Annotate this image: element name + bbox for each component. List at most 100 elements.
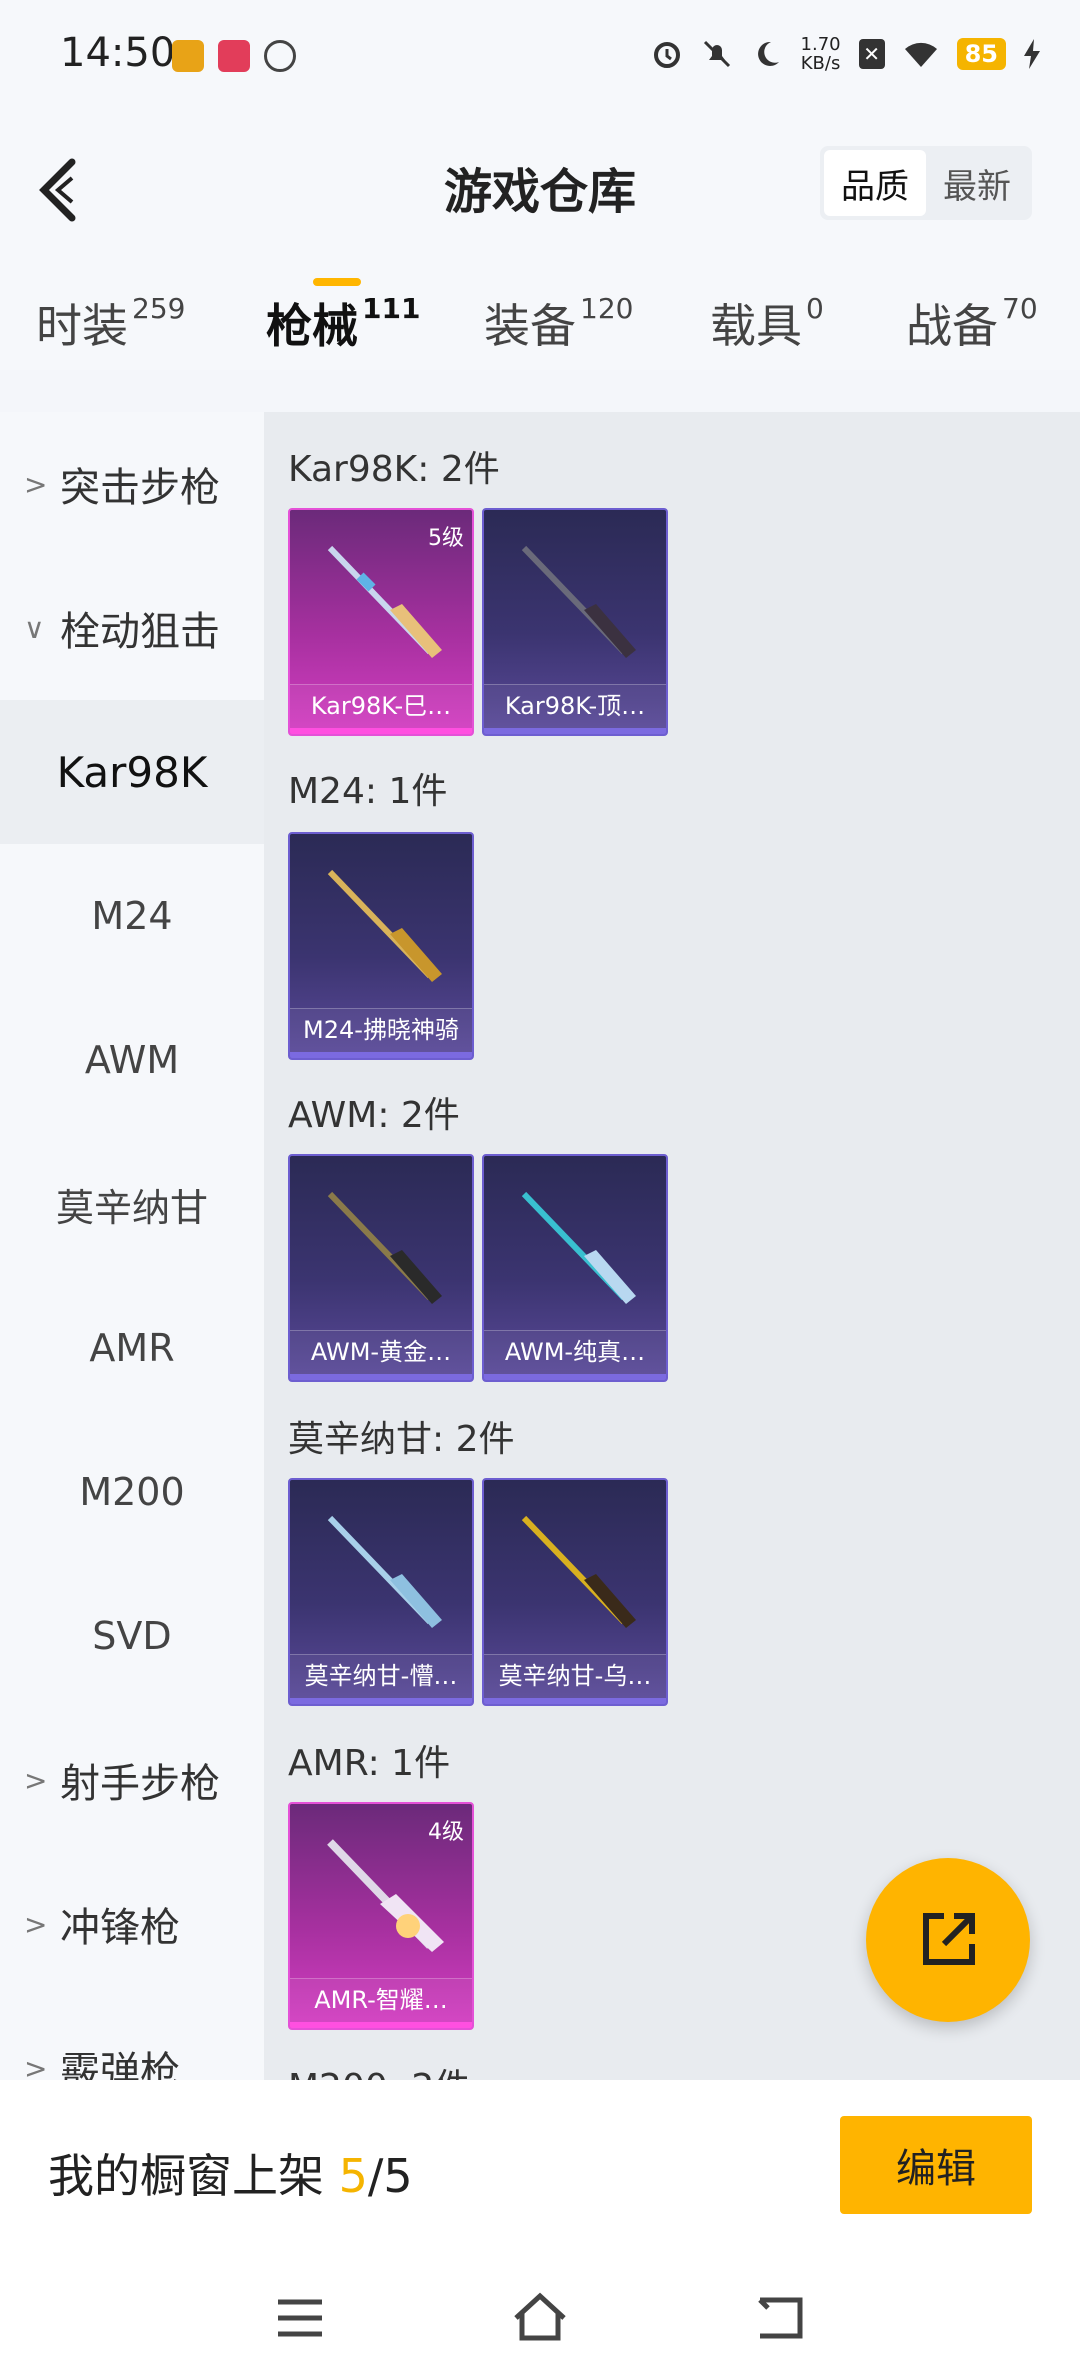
back-icon[interactable]: [750, 2288, 810, 2348]
weapon-name: AMR-智耀…: [290, 1978, 472, 2028]
active-tab-indicator: [313, 278, 361, 286]
share-icon: [923, 1913, 975, 1965]
weapon-name: 莫辛纳甘-懵…: [290, 1654, 472, 1704]
showcase-bar: 我的橱窗上架 5/5 编辑: [0, 2080, 1080, 2260]
sidebar-item-mosin[interactable]: 莫辛纳甘: [0, 1132, 264, 1276]
charging-icon: [1024, 39, 1040, 69]
tab-label: 装备: [484, 299, 576, 353]
rifle-icon: [327, 1191, 442, 1304]
sidebar-item-dmr[interactable]: > 射手步枪: [0, 1708, 264, 1852]
sidebar-item-assault-rifle[interactable]: > 突击步枪: [0, 412, 264, 556]
rifle-icon: [521, 1515, 636, 1628]
sort-newest-button[interactable]: 最新: [926, 150, 1028, 216]
status-time: 14:50: [60, 30, 176, 76]
section-label: M24: 1件: [288, 771, 448, 812]
sidebar-item-label: 冲锋枪: [60, 1905, 180, 1951]
section-label: M200: 2件: [288, 2058, 470, 2080]
wifi-icon: [904, 42, 937, 67]
sidebar-item-label: 栓动狙击: [60, 609, 220, 655]
section-label: 莫辛纳甘: 2件: [288, 1419, 515, 1460]
weapon-card[interactable]: 5级 Kar98K-巳…: [288, 508, 474, 736]
tab-vehicles[interactable]: 载具 0: [710, 290, 824, 356]
weapon-type-sidebar: > 突击步枪 ∨ 栓动狙击 Kar98K M24 AWM 莫辛纳甘 AMR M200…: [0, 412, 264, 2090]
sidebar-item-m24[interactable]: M24: [0, 844, 264, 988]
section-label: AMR: 1件: [288, 1743, 451, 1784]
menu-icon[interactable]: [270, 2288, 330, 2348]
moon-icon: [757, 41, 779, 66]
rifle-icon: [521, 545, 636, 658]
showcase-count: 5: [338, 2149, 368, 2203]
net-speed-unit: KB/s: [800, 53, 841, 74]
weapon-name: M24-拂晓神骑: [290, 1008, 472, 1058]
weapon-name: Kar98K-顶…: [484, 684, 666, 734]
edit-button[interactable]: 编辑: [840, 2116, 1032, 2214]
sidebar-item-svd[interactable]: SVD: [0, 1564, 264, 1708]
tab-count: 0: [806, 292, 824, 325]
sort-toggle: 品质 最新: [820, 146, 1032, 220]
sidebar-item-awm[interactable]: AWM: [0, 988, 264, 1132]
tab-label: 载具: [710, 299, 802, 353]
weapon-card[interactable]: Kar98K-顶…: [482, 508, 668, 736]
weapon-name: 莫辛纳甘-乌…: [484, 1654, 666, 1704]
sidebar-item-amr[interactable]: AMR: [0, 1276, 264, 1420]
weapon-card[interactable]: 4级 AMR-智耀…: [288, 1802, 474, 2030]
chevron-down-icon: ∨: [24, 611, 45, 645]
tab-equipment[interactable]: 装备 120: [484, 290, 633, 356]
home-icon[interactable]: [510, 2288, 570, 2348]
rifle-icon: [521, 1191, 636, 1304]
tab-label: 时装: [36, 299, 128, 353]
sim-x-icon: ✕: [858, 39, 885, 69]
weapon-name: AWM-黄金…: [290, 1330, 472, 1380]
sidebar-item-shotgun[interactable]: > 霰弹枪: [0, 1996, 264, 2090]
section-label: Kar98K: 2件: [288, 449, 500, 490]
rifle-icon: [327, 1839, 444, 1952]
weapon-card[interactable]: 莫辛纳甘-懵…: [288, 1478, 474, 1706]
sidebar-item-m200[interactable]: M200: [0, 1420, 264, 1564]
tab-label: 枪械: [266, 299, 358, 353]
net-speed: 1.70 KB/s: [801, 35, 841, 73]
sidebar-item-label: 突击步枪: [60, 465, 220, 511]
rifle-icon: [327, 869, 442, 982]
chevron-right-icon: >: [24, 1763, 48, 1797]
status-right: 1.70 KB/s ✕ 85: [651, 32, 1040, 76]
battery-icon: 85: [956, 38, 1006, 70]
weapon-name: AWM-纯真…: [484, 1330, 666, 1380]
tab-label: 战备: [906, 299, 998, 353]
tab-guns[interactable]: 枪械 111: [266, 290, 420, 356]
weapon-card[interactable]: M24-拂晓神骑: [288, 832, 474, 1060]
showcase-status: 我的橱窗上架 5/5: [48, 2140, 413, 2206]
sidebar-item-kar98k[interactable]: Kar98K: [0, 700, 264, 844]
weapon-card[interactable]: AWM-黄金…: [288, 1154, 474, 1382]
category-tabs: 时装 259 枪械 111 装备 120 载具 0 战备 70: [0, 290, 1080, 370]
alarm-icon: [653, 42, 680, 68]
chevron-right-icon: >: [24, 1907, 48, 1941]
app-notification-icon-2: [218, 40, 250, 72]
rifle-icon: [327, 545, 442, 658]
weapon-name: Kar98K-巳…: [290, 684, 472, 734]
tab-count: 259: [132, 292, 186, 325]
tab-fashion[interactable]: 时装 259: [36, 290, 185, 356]
header: 游戏仓库 品质 最新 时装 259 枪械 111 装备 120 载具 0 战备 70: [0, 100, 1080, 370]
tab-count: 111: [362, 292, 421, 325]
net-speed-value: 1.70: [800, 34, 841, 55]
system-nav-bar: [0, 2260, 1080, 2376]
weapon-card[interactable]: 莫辛纳甘-乌…: [482, 1478, 668, 1706]
sidebar-item-label: 射手步枪: [60, 1761, 220, 1807]
status-bar: 14:50 1.70 KB/s ✕ 85: [0, 0, 1080, 100]
section-label: AWM: 2件: [288, 1095, 460, 1136]
tab-count: 70: [1002, 292, 1038, 325]
showcase-prefix: 我的橱窗上架: [48, 2149, 339, 2203]
showcase-total: /5: [367, 2149, 413, 2203]
mute-icon: [703, 40, 730, 68]
tab-count: 120: [580, 292, 634, 325]
share-button[interactable]: [866, 1858, 1030, 2022]
tab-supplies[interactable]: 战备 70: [906, 290, 1038, 356]
weapon-card[interactable]: AWM-纯真…: [482, 1154, 668, 1382]
app-notification-icon-3: [264, 40, 296, 72]
sort-quality-button[interactable]: 品质: [824, 150, 926, 216]
sidebar-item-bolt-sniper[interactable]: ∨ 栓动狙击: [0, 556, 264, 700]
app-notification-icon-1: [172, 40, 204, 72]
chevron-right-icon: >: [24, 467, 48, 501]
sidebar-item-smg[interactable]: > 冲锋枪: [0, 1852, 264, 1996]
rifle-icon: [327, 1515, 442, 1628]
